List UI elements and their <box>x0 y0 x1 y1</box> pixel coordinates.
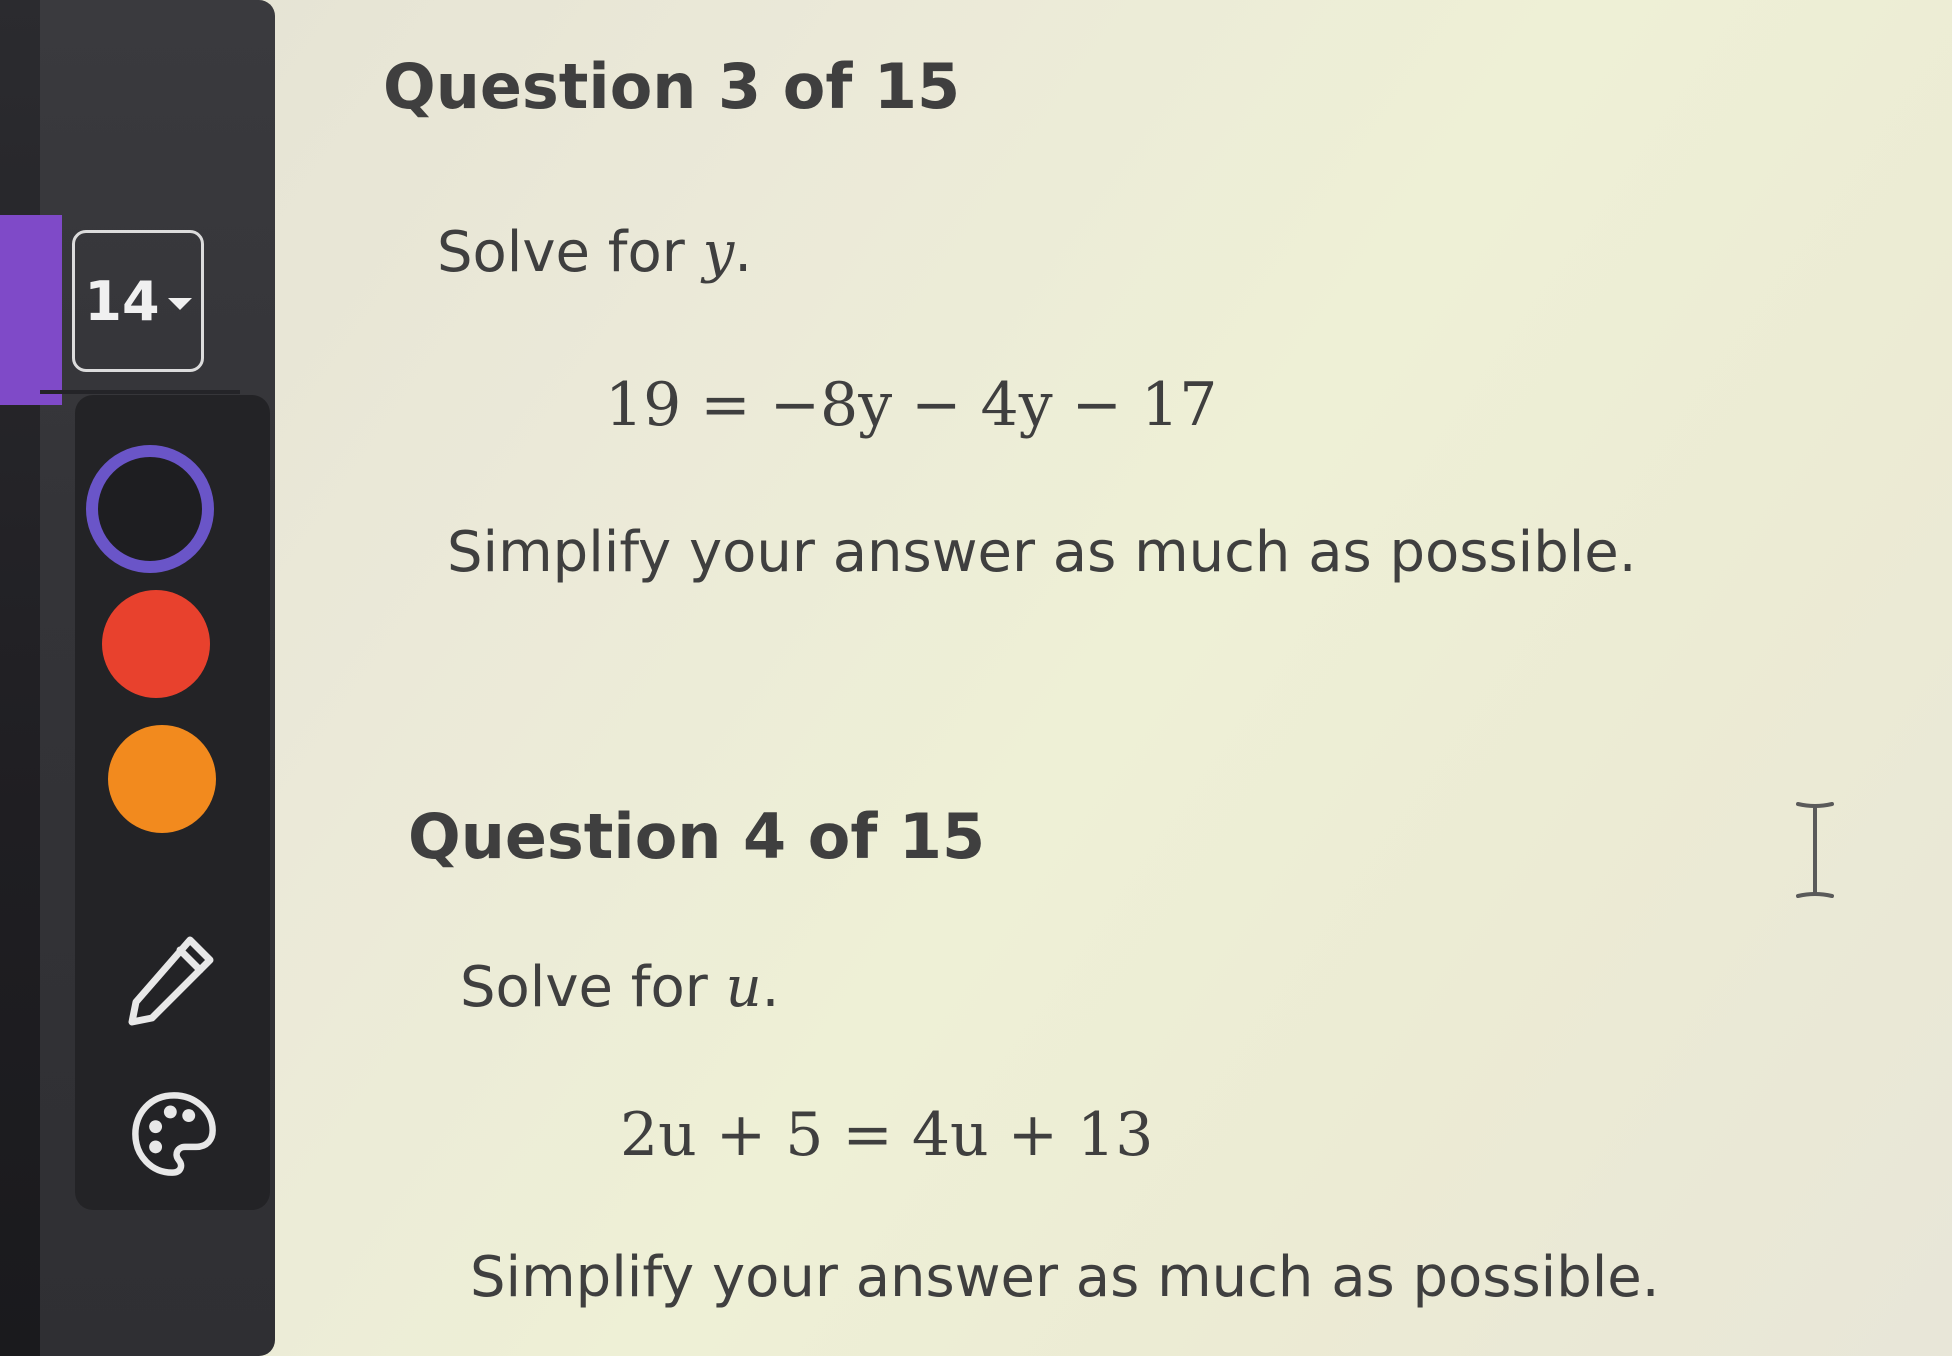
question-3-equation: 19 = −8y − 4y − 17 <box>605 370 1218 440</box>
color-swatch-red[interactable] <box>102 590 210 698</box>
question-4-variable: u <box>725 955 762 1020</box>
question-4-equation: 2u + 5 = 4u + 13 <box>620 1100 1154 1170</box>
pencil-icon[interactable] <box>118 932 218 1032</box>
palette-icon[interactable] <box>128 1088 220 1180</box>
page-number-dropdown[interactable]: 14 <box>72 230 204 372</box>
question-4-prompt-end: . <box>761 955 780 1020</box>
active-accent-bar <box>0 215 62 405</box>
question-4-title: Question 4 of 15 <box>408 800 986 873</box>
question-3-instruction: Simplify your answer as much as possible… <box>447 520 1637 585</box>
question-3-prompt-text: Solve for <box>437 220 703 285</box>
text-cursor-icon <box>1796 802 1834 898</box>
question-4-instruction: Simplify your answer as much as possible… <box>470 1245 1660 1310</box>
question-3-title: Question 3 of 15 <box>383 50 961 123</box>
question-3-variable: y <box>702 220 735 285</box>
page-number-value: 14 <box>84 269 160 333</box>
question-4-prompt: Solve for u. <box>460 955 779 1020</box>
question-4-prompt-text: Solve for <box>460 955 726 1020</box>
caret-down-icon <box>167 298 192 310</box>
question-3-prompt: Solve for y. <box>437 220 752 285</box>
color-swatch-black[interactable] <box>86 445 214 573</box>
toolbar-divider <box>40 390 240 394</box>
question-3-prompt-end: . <box>734 220 753 285</box>
color-swatch-orange[interactable] <box>108 725 216 833</box>
